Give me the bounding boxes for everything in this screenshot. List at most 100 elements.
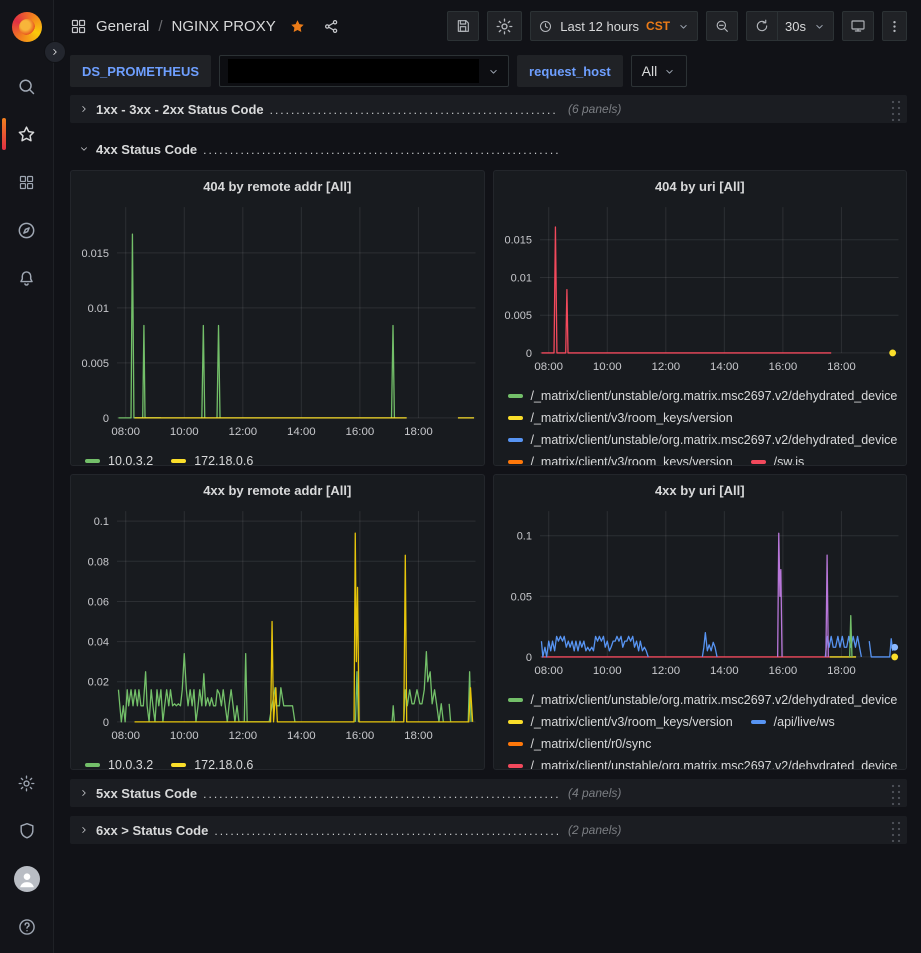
sidebar-item-search[interactable] — [0, 62, 53, 110]
legend-item[interactable]: 10.0.3.2 — [85, 454, 153, 466]
legend-item[interactable]: /_matrix/client/v3/room_keys/version — [508, 455, 733, 466]
row-drag-handle[interactable] — [890, 819, 901, 842]
share-icon[interactable] — [323, 18, 340, 35]
row-title: 4xx Status Code — [96, 142, 197, 157]
sidebar-item-starred[interactable] — [0, 110, 53, 158]
zoom-out-button[interactable] — [706, 11, 738, 41]
legend-item[interactable]: /api/live/ws — [751, 715, 835, 729]
sidebar-item-configuration[interactable] — [0, 759, 53, 807]
breadcrumb-separator: / — [158, 18, 162, 35]
kebab-menu-icon — [887, 19, 902, 34]
row-drag-handle[interactable] — [890, 782, 901, 805]
panel-4xx-by-remote-addr: 4xx by remote addr [All] 00.020.040.060.… — [70, 474, 485, 770]
svg-text:0.015: 0.015 — [82, 248, 109, 260]
save-icon — [455, 18, 471, 34]
refresh-button[interactable] — [746, 11, 777, 41]
datasource-label: DS_PROMETHEUS — [70, 55, 211, 87]
dashboards-grid-icon — [18, 174, 35, 191]
panel-title[interactable]: 404 by uri [All] — [494, 171, 907, 201]
gear-icon — [495, 17, 514, 36]
star-filled-icon[interactable] — [289, 18, 306, 35]
panel-title[interactable]: 4xx by uri [All] — [494, 475, 907, 505]
legend-item[interactable]: /_matrix/client/r0/sync — [508, 737, 652, 751]
svg-text:12:00: 12:00 — [228, 426, 257, 438]
tv-mode-button[interactable] — [842, 11, 874, 41]
grafana-logo[interactable] — [12, 12, 42, 42]
svg-text:0.02: 0.02 — [88, 677, 109, 689]
chevron-down-icon — [813, 20, 826, 33]
svg-text:10:00: 10:00 — [170, 426, 199, 438]
legend-label: /_matrix/client/unstable/org.matrix.msc2… — [531, 389, 898, 403]
legend-item[interactable]: /_matrix/client/unstable/org.matrix.msc2… — [508, 759, 898, 770]
legend-swatch — [751, 720, 766, 724]
sidebar-item-dashboards[interactable] — [0, 158, 53, 206]
legend-item[interactable]: 172.18.0.6 — [171, 454, 253, 466]
sidebar-item-alerting[interactable] — [0, 254, 53, 302]
legend-item[interactable]: /_matrix/client/v3/room_keys/version — [508, 411, 733, 425]
panel-title[interactable]: 404 by remote addr [All] — [71, 171, 484, 201]
row-title: 5xx Status Code — [96, 786, 197, 801]
legend-label: 172.18.0.6 — [194, 454, 253, 466]
row-title: 1xx - 3xx - 2xx Status Code — [96, 102, 264, 117]
dashboard-settings-button[interactable] — [487, 11, 522, 41]
sidebar-item-server-admin[interactable] — [0, 807, 53, 855]
row-5xx[interactable]: 5xx Status Code ........................… — [70, 779, 907, 807]
svg-text:08:00: 08:00 — [111, 730, 140, 742]
legend-item[interactable]: /sw.js — [751, 455, 805, 466]
legend-label: /_matrix/client/unstable/org.matrix.msc2… — [531, 693, 898, 707]
breadcrumb-section[interactable]: General — [96, 18, 149, 35]
chevron-right-icon — [78, 103, 90, 115]
svg-text:0: 0 — [103, 413, 109, 425]
legend-item[interactable]: 10.0.3.2 — [85, 758, 153, 770]
svg-text:18:00: 18:00 — [404, 730, 433, 742]
star-icon — [16, 124, 37, 145]
time-series-chart[interactable]: 00.0050.010.01508:0010:0012:0014:0016:00… — [71, 201, 484, 446]
panel-title[interactable]: 4xx by remote addr [All] — [71, 475, 484, 505]
legend-label: 10.0.3.2 — [108, 758, 153, 770]
legend-label: /_matrix/client/unstable/org.matrix.msc2… — [531, 433, 898, 447]
svg-text:14:00: 14:00 — [287, 730, 316, 742]
breadcrumb-dashboard[interactable]: NGINX PROXY — [172, 18, 276, 35]
chart-legend: 10.0.3.2 172.18.0.6 — [71, 750, 484, 770]
legend-swatch — [85, 459, 100, 463]
row-4xx[interactable]: 4xx Status Code ........................… — [70, 137, 907, 161]
row-leader-dots: ........................................… — [203, 787, 558, 801]
row-leader-dots: ........................................… — [203, 143, 558, 157]
legend-swatch — [171, 763, 186, 767]
save-dashboard-button[interactable] — [447, 11, 479, 41]
refresh-interval-picker[interactable]: 30s — [777, 11, 834, 41]
legend-item[interactable]: /_matrix/client/unstable/org.matrix.msc2… — [508, 433, 898, 447]
refresh-group: 30s — [746, 11, 834, 41]
svg-text:0.05: 0.05 — [510, 591, 531, 603]
svg-text:16:00: 16:00 — [768, 361, 797, 373]
svg-text:0.1: 0.1 — [94, 516, 109, 528]
datasource-select[interactable] — [219, 55, 509, 87]
row-leader-dots: ........................................… — [214, 824, 558, 838]
sidebar-item-profile[interactable] — [0, 855, 53, 903]
svg-text:16:00: 16:00 — [768, 665, 797, 677]
legend-item[interactable]: /_matrix/client/unstable/org.matrix.msc2… — [508, 693, 898, 707]
time-series-chart[interactable]: 00.050.108:0010:0012:0014:0016:0018:00 — [494, 505, 907, 685]
sidebar-expand-button[interactable] — [44, 41, 66, 63]
legend-item[interactable]: /_matrix/client/v3/room_keys/version — [508, 715, 733, 729]
sidebar-item-help[interactable] — [0, 903, 53, 951]
legend-item[interactable]: 172.18.0.6 — [171, 758, 253, 770]
legend-item[interactable]: /_matrix/client/unstable/org.matrix.msc2… — [508, 389, 898, 403]
time-series-chart[interactable]: 00.0050.010.01508:0010:0012:0014:0016:00… — [494, 201, 907, 381]
row-drag-handle[interactable] — [890, 98, 901, 121]
kebab-menu-button[interactable] — [882, 11, 907, 41]
alerting-bell-icon — [16, 268, 37, 289]
row-6xx[interactable]: 6xx > Status Code ......................… — [70, 816, 907, 844]
dashboard-submenu: DS_PROMETHEUS request_host All — [54, 52, 921, 90]
legend-swatch — [171, 459, 186, 463]
row-1xx-3xx-2xx[interactable]: 1xx - 3xx - 2xx Status Code ............… — [70, 95, 907, 123]
tv-icon — [850, 18, 866, 34]
panel-404-by-remote-addr: 404 by remote addr [All] 00.0050.010.015… — [70, 170, 485, 466]
time-range-picker[interactable]: Last 12 hours CST — [530, 11, 698, 41]
time-series-chart[interactable]: 00.020.040.060.080.108:0010:0012:0014:00… — [71, 505, 484, 750]
dashboard-topbar: General / NGINX PROXY Last 12 hours CST … — [54, 0, 921, 52]
svg-text:16:00: 16:00 — [346, 730, 375, 742]
svg-text:0.01: 0.01 — [510, 272, 531, 284]
sidebar-item-explore[interactable] — [0, 206, 53, 254]
variable-value-select[interactable]: All — [631, 55, 688, 87]
